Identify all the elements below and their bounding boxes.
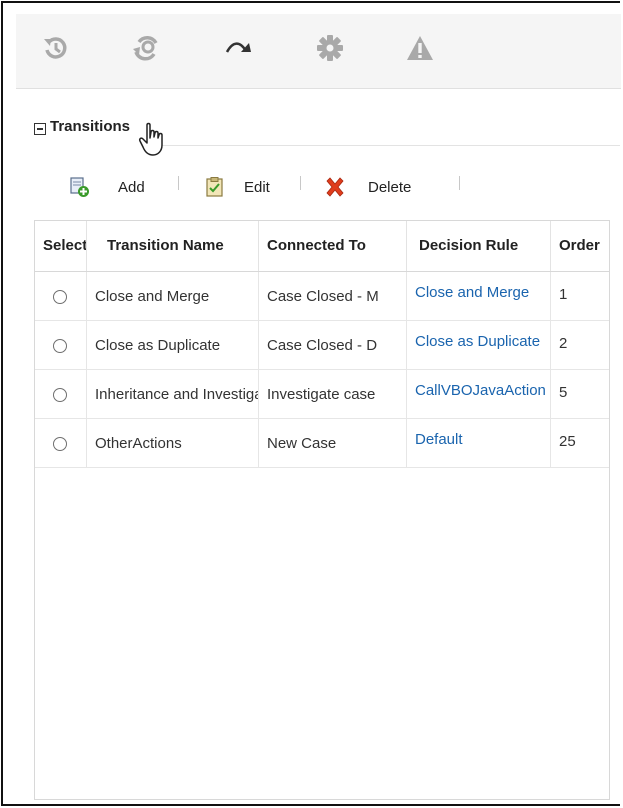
row-radio-button[interactable] <box>53 339 67 353</box>
order-cell: 1 <box>559 286 568 303</box>
decision-rule-link[interactable]: Default <box>407 419 551 467</box>
connected-to-cell: Investigate case <box>259 370 407 418</box>
transition-name-cell: Close as Duplicate <box>87 321 259 369</box>
delete-icon <box>322 174 348 200</box>
transitions-section-header[interactable]: Transitions <box>34 118 130 135</box>
order-cell: 25 <box>559 433 576 450</box>
connected-to-cell: Case Closed - M <box>259 272 407 320</box>
transition-arrow-icon[interactable] <box>220 28 260 68</box>
transition-name-cell: Close and Merge <box>87 272 259 320</box>
row-select-cell <box>35 419 87 467</box>
icon-toolbar <box>16 14 621 89</box>
transition-name-cell: OtherActions <box>87 419 259 467</box>
table-row[interactable]: OtherActions New Case Default 25 <box>35 419 609 468</box>
order-cell: 5 <box>559 384 568 401</box>
table-row[interactable]: Inheritance and Investigation Investigat… <box>35 370 609 419</box>
transition-name-cell: Inheritance and Investigation <box>87 370 259 418</box>
warning-icon[interactable] <box>400 28 440 68</box>
order-cell: 2 <box>559 335 568 352</box>
column-header-select[interactable]: Select <box>35 221 87 271</box>
decision-rule-link[interactable]: Close as Duplicate <box>407 321 551 369</box>
table-row[interactable]: Close as Duplicate Case Closed - D Close… <box>35 321 609 370</box>
section-title: Transitions <box>50 118 131 135</box>
section-divider <box>150 145 620 146</box>
delete-button[interactable]: Delete <box>322 174 411 200</box>
row-select-cell <box>35 321 87 369</box>
edit-button[interactable]: Edit <box>202 174 270 200</box>
decision-rule-link[interactable]: Close and Merge <box>407 272 551 320</box>
column-header-order[interactable]: Order <box>551 221 609 271</box>
delete-label: Delete <box>368 178 412 196</box>
hand-cursor-icon <box>138 122 168 163</box>
table-row[interactable]: Close and Merge Case Closed - M Close an… <box>35 272 609 321</box>
separator <box>300 176 301 190</box>
row-radio-button[interactable] <box>53 290 67 304</box>
column-header-decision-rule[interactable]: Decision Rule <box>407 221 551 271</box>
row-select-cell <box>35 370 87 418</box>
decision-rule-link[interactable]: CallVBOJavaAction <box>407 370 551 418</box>
table-header: Select Transition Name Connected To Deci… <box>35 221 609 272</box>
edit-label: Edit <box>244 178 270 196</box>
separator <box>459 176 460 190</box>
column-header-transition-name[interactable]: Transition Name <box>87 221 259 271</box>
row-radio-button[interactable] <box>53 388 67 402</box>
row-select-cell <box>35 272 87 320</box>
add-icon <box>66 174 92 200</box>
connected-to-cell: Case Closed - D <box>259 321 407 369</box>
add-button[interactable]: Add <box>66 174 145 200</box>
history-icon[interactable] <box>36 28 76 68</box>
refresh-settings-icon[interactable] <box>126 28 166 68</box>
separator <box>178 176 179 190</box>
add-label: Add <box>118 178 145 196</box>
collapse-icon[interactable] <box>34 122 46 135</box>
gear-icon[interactable] <box>310 28 350 68</box>
transitions-table: Select Transition Name Connected To Deci… <box>34 220 610 800</box>
row-radio-button[interactable] <box>53 437 67 451</box>
edit-icon <box>202 174 228 200</box>
column-header-connected-to[interactable]: Connected To <box>259 221 407 271</box>
connected-to-cell: New Case <box>259 419 407 467</box>
